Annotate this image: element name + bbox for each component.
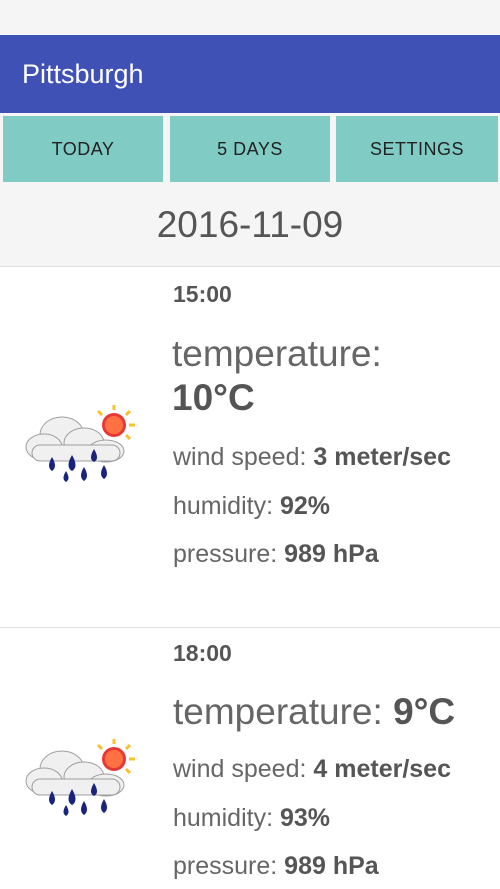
- wind-speed: wind speed: 3 meter/sec: [173, 443, 451, 472]
- pressure: pressure: 989 hPa: [173, 852, 379, 881]
- tab-5-days[interactable]: 5 DAYS: [170, 116, 330, 182]
- pressure: pressure: 989 hPa: [173, 540, 379, 569]
- wind-speed-label: wind speed:: [173, 443, 307, 471]
- temperature-value: 10°C: [172, 377, 255, 418]
- tab-settings[interactable]: SETTINGS: [336, 116, 498, 182]
- temperature-label: temperature:: [172, 333, 382, 374]
- forecast-item: 18:00 temperature: 9°C wind speed: 4 met…: [0, 628, 500, 889]
- humidity-value: 92%: [280, 492, 331, 520]
- humidity: humidity: 93%: [173, 804, 330, 833]
- rain-cloud-sun-icon: [25, 739, 135, 816]
- temperature-text: temperature: 10°C: [172, 332, 492, 420]
- app-title: Pittsburgh: [22, 58, 144, 89]
- humidity-value: 93%: [280, 804, 331, 832]
- humidity-label: humidity:: [173, 492, 274, 520]
- temperature-text: temperature: 9°C: [173, 690, 455, 734]
- pressure-value: 989 hPa: [284, 540, 379, 568]
- wind-speed-value: 4 meter/sec: [313, 755, 451, 783]
- forecast-time: 15:00: [173, 281, 232, 307]
- pressure-label: pressure:: [173, 852, 278, 880]
- wind-speed-value: 3 meter/sec: [313, 443, 451, 471]
- forecast-time: 18:00: [173, 640, 232, 666]
- forecast-item: 15:00 temperature: 10°C wind speed: 3 me…: [0, 267, 500, 628]
- wind-speed: wind speed: 4 meter/sec: [173, 755, 451, 784]
- tab-bar: TODAY 5 DAYS SETTINGS: [0, 113, 500, 183]
- rain-cloud-sun-icon: [25, 405, 135, 482]
- date-header: 2016-11-09: [0, 183, 500, 267]
- pressure-label: pressure:: [173, 540, 278, 568]
- temperature-value: 9°C: [393, 691, 456, 732]
- humidity: humidity: 92%: [173, 492, 330, 521]
- temperature-label: temperature:: [173, 691, 383, 732]
- status-bar: [0, 0, 500, 35]
- date-text: 2016-11-09: [156, 203, 344, 245]
- app-bar: Pittsburgh: [0, 35, 500, 113]
- wind-speed-label: wind speed:: [173, 755, 307, 783]
- humidity-label: humidity:: [173, 804, 274, 832]
- pressure-value: 989 hPa: [284, 852, 379, 880]
- tab-today[interactable]: TODAY: [3, 116, 163, 182]
